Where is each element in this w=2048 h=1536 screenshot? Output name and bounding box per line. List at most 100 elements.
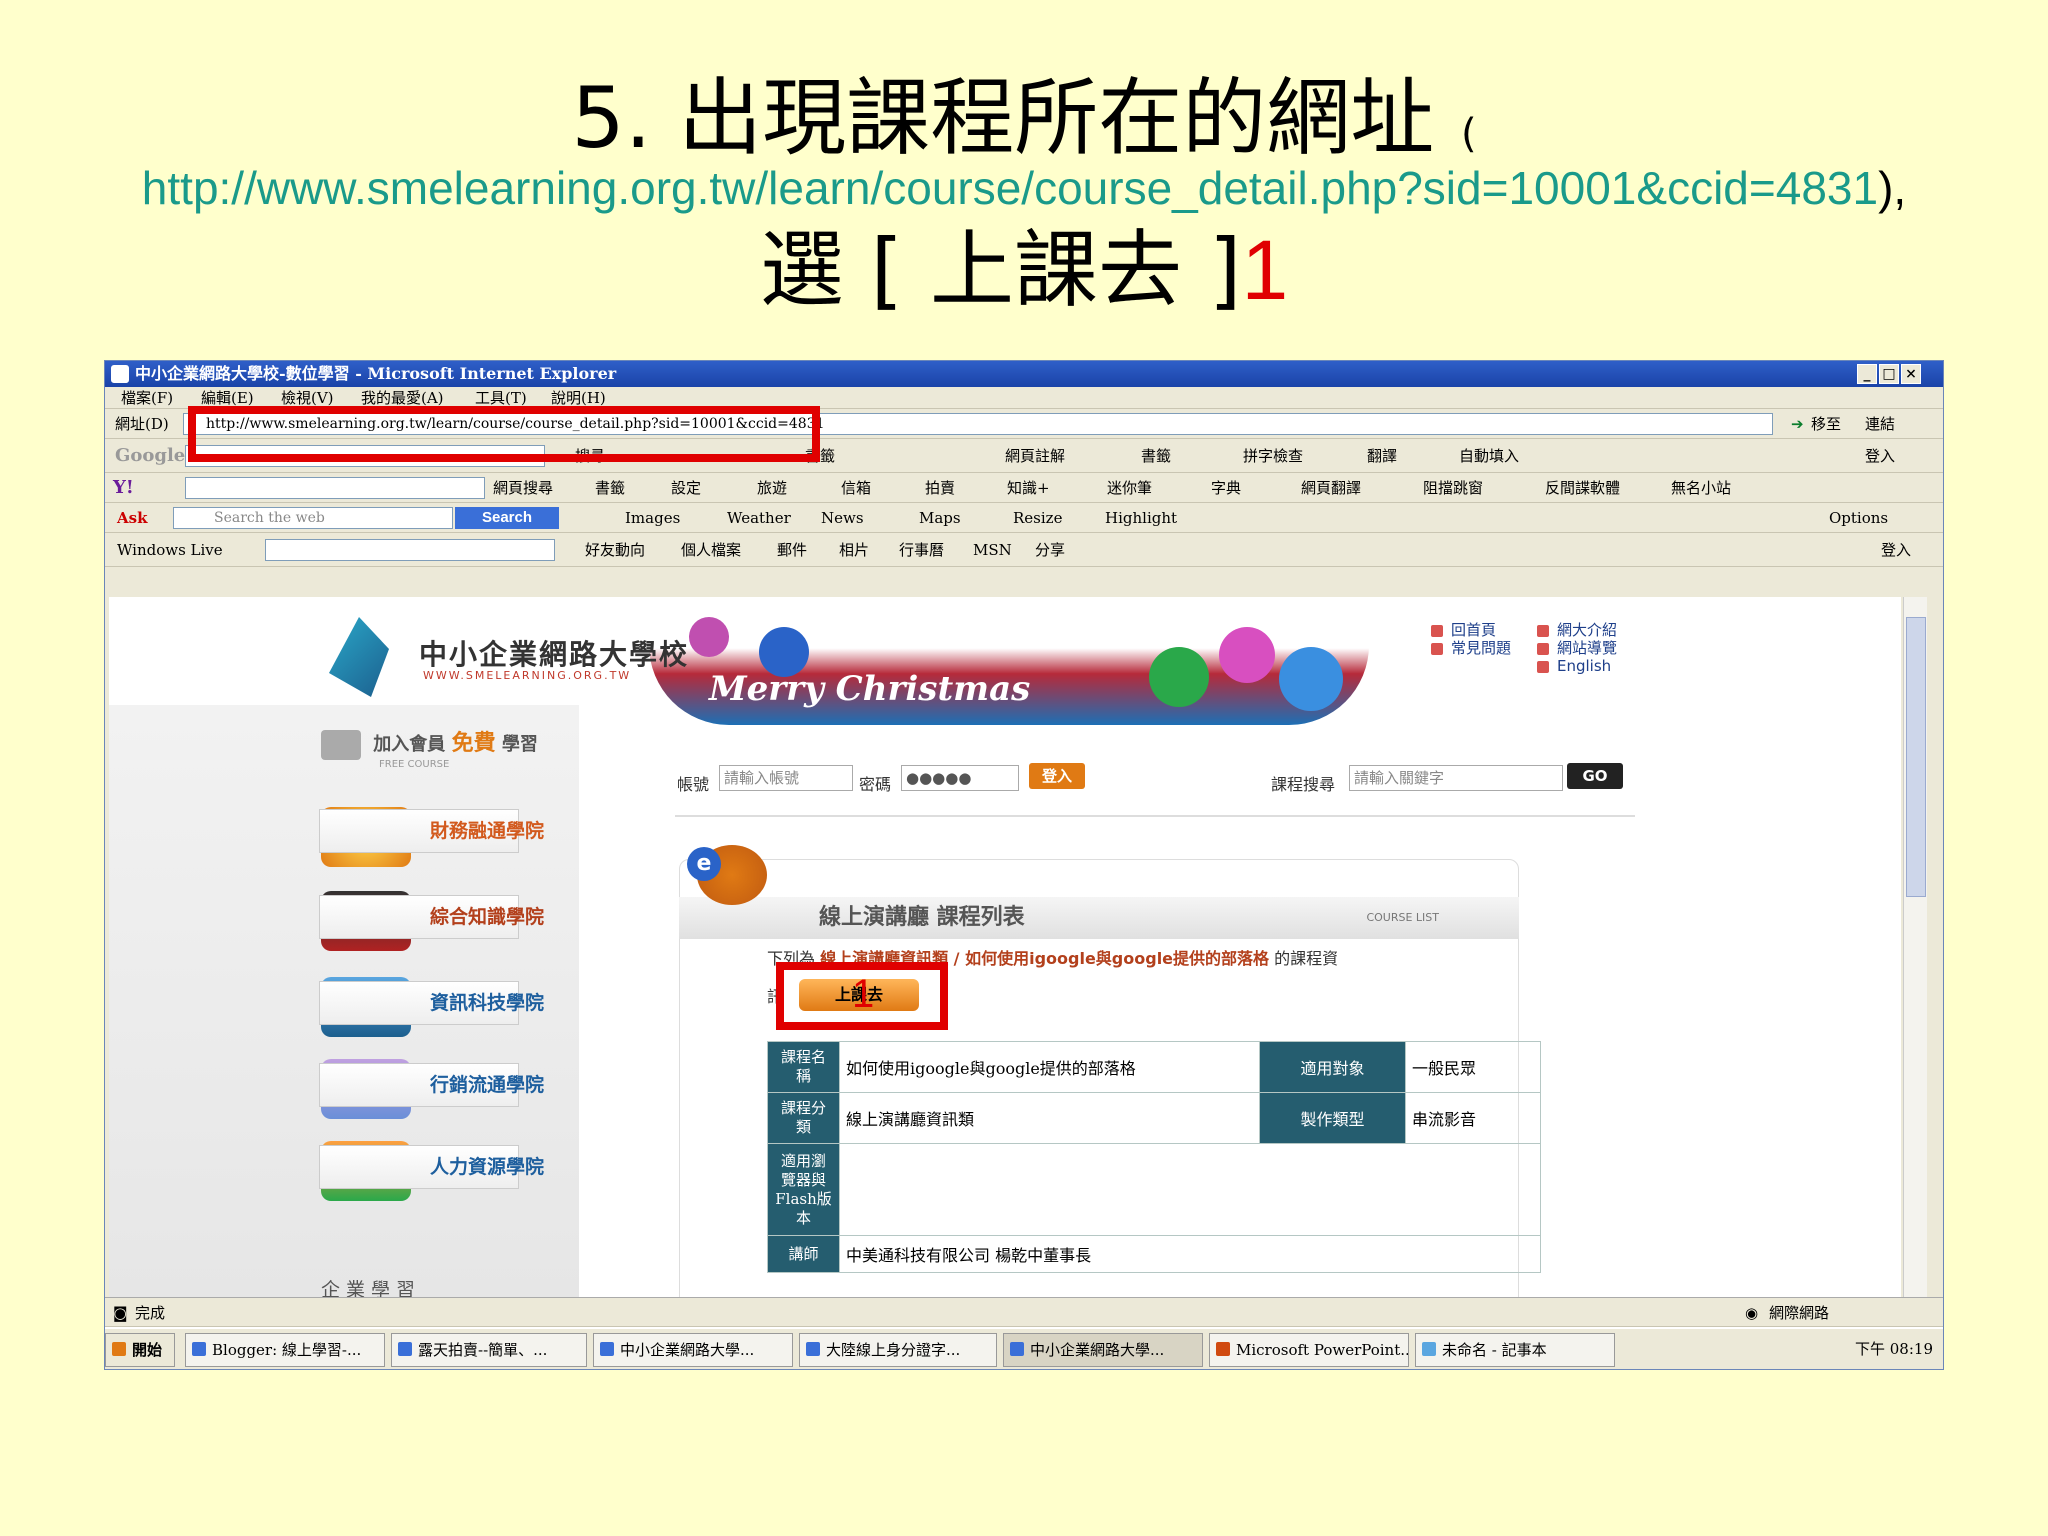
ask-highlight[interactable]: Highlight [1105,503,1177,533]
google-login-button[interactable]: 登入 [1865,439,1895,473]
college-hr[interactable]: 人力資源學院 [319,1145,544,1189]
ask-resize[interactable]: Resize [1013,503,1062,533]
yahoo-mail[interactable]: 信箱 [841,473,871,503]
college-general[interactable]: 綜合知識學院 [319,895,544,939]
table-cell: 如何使用igoogle與google提供的部落格 [839,1041,1260,1093]
link-english[interactable]: English [1537,657,1617,675]
account-input[interactable]: 請輸入帳號 [719,765,853,791]
college-it[interactable]: 資訊科技學院 [319,981,544,1025]
google-translate-button[interactable]: 翻譯 [1367,439,1397,473]
top-links-col2: 網大介紹 網站導覽 English [1537,621,1617,675]
wl-login[interactable]: 登入 [1881,533,1911,567]
course-search-go-button[interactable]: GO [1567,763,1623,789]
yahoo-mini-pen[interactable]: 迷你筆 [1107,473,1152,503]
link-home[interactable]: 回首頁 [1431,621,1511,639]
left-sidebar: 加入會員 免費 學習 FREE COURSE 財務融通學院 綜合知識學院 資訊科… [109,705,579,1297]
course-search-input[interactable]: 請輸入關鍵字 [1349,765,1563,791]
google-autofill-button[interactable]: 自動填入 [1459,439,1519,473]
yahoo-auction[interactable]: 拍賣 [925,473,955,503]
wl-photos[interactable]: 相片 [839,533,869,567]
page-scrollbar[interactable] [1903,597,1927,1297]
ask-maps[interactable]: Maps [919,503,961,533]
taskbar-item[interactable]: 大陸線上身分證字... [799,1333,997,1367]
bullet-icon [1537,624,1549,637]
google-notebook-button[interactable]: 網頁註解 [1005,439,1065,473]
wl-share[interactable]: 分享 [1035,533,1065,567]
taskbar-item[interactable]: 未命名 - 記事本 [1415,1333,1615,1367]
go-arrow-icon[interactable]: ➔ [1791,409,1804,439]
wl-mail[interactable]: 郵件 [777,533,807,567]
ask-search-input[interactable]: Search the web [173,507,453,529]
college-marketing[interactable]: 行銷流通學院 [319,1063,544,1107]
slide-title-main: 5. 出現課程所在的網址 [571,69,1435,167]
yahoo-web-translate[interactable]: 網頁翻譯 [1301,473,1361,503]
table-row: 課程名稱 如何使用igoogle與google提供的部落格 適用對象 一般民眾 [767,1041,1541,1093]
browser-icon [1010,1342,1024,1356]
ask-news[interactable]: News [821,503,864,533]
slide-url-line: http://www.smelearning.org.tw/learn/cour… [0,160,2048,216]
taskbar-clock: 下午 08:19 [1855,1340,1933,1358]
yahoo-search-button[interactable]: 網頁搜尋 [493,473,553,503]
windows-flag-icon [112,1342,126,1356]
taskbar-item[interactable]: 中小企業網路大學... [1003,1333,1203,1367]
links-label[interactable]: 連結 [1865,409,1895,439]
slide-instruction: 選 [ 上課去 ]1 [0,220,2048,320]
taskbar-item[interactable]: 中小企業網路大學... [593,1333,793,1367]
wl-calendar[interactable]: 行事曆 [899,533,944,567]
yahoo-search-input[interactable] [185,477,485,499]
yahoo-travel[interactable]: 旅遊 [757,473,787,503]
slide-url: http://www.smelearning.org.tw/learn/cour… [141,162,1879,214]
table-cell: 中美通科技有限公司 楊乾中董事長 [839,1235,1541,1273]
link-sitemap[interactable]: 網站導覽 [1537,639,1617,657]
ask-weather[interactable]: Weather [727,503,791,533]
yahoo-antispyware[interactable]: 反間諜軟體 [1545,473,1620,503]
maximize-button[interactable]: □ [1879,364,1899,384]
browser-icon [398,1342,412,1356]
college-finance[interactable]: 財務融通學院 [319,809,544,853]
scrollbar-thumb[interactable] [1906,617,1926,897]
table-header: 課程分類 [767,1092,840,1144]
yahoo-knowledge[interactable]: 知識+ [1007,473,1050,503]
taskbar-item[interactable]: Blogger: 線上學習-... [185,1333,385,1367]
minimize-button[interactable]: _ [1857,364,1877,384]
yahoo-wretch[interactable]: 無名小站 [1671,473,1731,503]
login-button[interactable]: 登入 [1029,763,1085,789]
wl-friends[interactable]: 好友動向 [585,533,645,567]
wl-profile[interactable]: 個人檔案 [681,533,741,567]
yahoo-dictionary[interactable]: 字典 [1211,473,1241,503]
yahoo-popup-blocker[interactable]: 阻擋跳窗 [1423,473,1483,503]
yahoo-settings[interactable]: 設定 [671,473,701,503]
link-about[interactable]: 網大介紹 [1537,621,1617,639]
taskbar-item[interactable]: Microsoft PowerPoint... [1209,1333,1409,1367]
globe-icon: ◉ [1745,1304,1759,1322]
password-input[interactable]: ●●●●● [901,765,1019,791]
table-cell [839,1143,1541,1236]
yahoo-bookmarks[interactable]: 書籤 [595,473,625,503]
ask-search-button[interactable]: Search [455,507,559,529]
browser-icon [600,1342,614,1356]
yahoo-logo-icon: Y! [113,477,134,498]
ask-images[interactable]: Images [625,503,680,533]
google-bookmarks-button[interactable]: 書籤 [1141,439,1171,473]
link-faq[interactable]: 常見問題 [1431,639,1511,657]
close-button[interactable]: × [1901,364,1921,384]
wl-msn[interactable]: MSN [973,533,1012,567]
join-member-banner[interactable]: 加入會員 免費 學習 [321,725,538,760]
status-bar: ◙ 完成 ◉ 網際網路 [105,1297,1943,1327]
slide-title-paren: ( [1460,111,1477,157]
address-highlight-box [188,406,820,462]
go-button[interactable]: 移至 [1811,409,1841,439]
enterprise-learning[interactable]: 企業學習 [321,1275,421,1297]
taskbar-item[interactable]: 露天拍賣--簡單、... [391,1333,587,1367]
table-row: 適用瀏覽器與Flash版本 [767,1143,1541,1236]
table-header: 講師 [767,1235,840,1273]
ask-options[interactable]: Options [1829,503,1888,533]
menu-file[interactable]: 檔案(F) [121,387,173,409]
join-sub: FREE COURSE [379,759,450,770]
course-search-label: 課程搜尋 [1271,775,1336,794]
slide-instruction-text: 選 [ 上課去 ] [759,221,1242,319]
address-label: 網址(D) [115,415,169,433]
start-button[interactable]: 開始 [105,1333,175,1367]
google-spellcheck-button[interactable]: 拼字檢查 [1243,439,1303,473]
windows-live-search-input[interactable] [265,539,555,561]
